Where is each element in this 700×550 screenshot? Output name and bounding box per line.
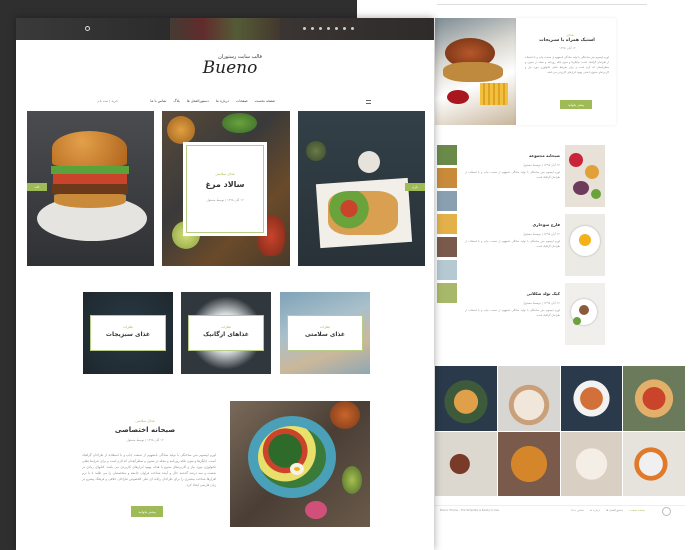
hero-center-card bbox=[186, 145, 264, 233]
category-label-3[interactable]: غذای سلامتی bbox=[287, 331, 363, 338]
main-nav: صفحه نخست صفحات درباره ما دستورالعمل ها … bbox=[127, 99, 275, 103]
footer-link[interactable]: صفحه نخست bbox=[629, 508, 645, 512]
post-meta-2: ۱۲ آبان ۱۳۹۸ | توسط مسئول bbox=[523, 232, 560, 236]
featured-title[interactable]: صبحانه اختصاصی bbox=[100, 426, 190, 434]
post-thumb-2 bbox=[565, 214, 605, 276]
nav-item-home[interactable]: صفحه نخست bbox=[255, 99, 275, 103]
footer-copyright: Bueno Theme - The Template is Ready to U… bbox=[440, 509, 499, 512]
post-meta-3: ۱۲ آبان ۱۳۹۸ | توسط مسئول bbox=[523, 301, 560, 305]
right-top-read-more-button[interactable]: بیشتر بخوانید bbox=[560, 100, 592, 109]
gallery-item[interactable] bbox=[623, 366, 685, 431]
social-icons bbox=[303, 27, 367, 31]
login-link[interactable]: خرید / ثبت نام bbox=[80, 99, 118, 103]
featured-image[interactable] bbox=[230, 401, 370, 527]
gallery-item[interactable] bbox=[623, 431, 685, 496]
footer-link[interactable]: درباره ما bbox=[590, 508, 600, 512]
menu-icon[interactable] bbox=[366, 100, 371, 104]
hero-left-tag[interactable]: خانه bbox=[27, 183, 47, 191]
post-paragraph-2: لورم ایپسوم متن ساختگی با تولید سادگی نا… bbox=[465, 240, 560, 248]
brand-logo[interactable]: Bueno bbox=[190, 58, 270, 78]
gallery-item[interactable] bbox=[560, 366, 623, 431]
google-plus-icon[interactable] bbox=[351, 27, 354, 30]
gallery-item[interactable] bbox=[497, 366, 560, 431]
hero-meta: ۱۲ آبان ۱۳۹۸ | توسط مسئول bbox=[206, 198, 244, 202]
featured-category[interactable]: غذای سلامتی bbox=[100, 419, 190, 423]
footer-links: صفحه نخست دستورالعمل ها درباره ما تماس ب… bbox=[535, 508, 645, 512]
category-tag-2: نظرات bbox=[220, 325, 232, 329]
category-tag-3: نظرات bbox=[319, 325, 331, 329]
steak-image bbox=[435, 18, 516, 125]
nav-item-recipes[interactable]: دستورالعمل ها bbox=[187, 99, 209, 103]
pinterest-icon[interactable] bbox=[303, 27, 306, 30]
hero-title[interactable]: سالاد مرغ bbox=[190, 180, 260, 189]
vimeo-icon[interactable] bbox=[327, 27, 330, 30]
footer-link[interactable]: دستورالعمل ها bbox=[606, 508, 623, 512]
facebook-icon[interactable] bbox=[311, 27, 314, 30]
gallery-grid bbox=[435, 366, 685, 496]
gallery-item[interactable] bbox=[435, 366, 497, 431]
top-bar-food-strip bbox=[170, 18, 280, 40]
right-top-title[interactable]: استیک همراه با سبزیجات bbox=[525, 38, 609, 43]
twitter-icon[interactable] bbox=[319, 27, 322, 30]
hero-category[interactable]: غذای سلامتی bbox=[190, 172, 260, 176]
post-paragraph-1: لورم ایپسوم متن ساختگی با تولید سادگی نا… bbox=[465, 171, 560, 179]
gallery-item[interactable] bbox=[560, 431, 623, 496]
nav-item-about[interactable]: درباره ما bbox=[216, 99, 229, 103]
post-title-3[interactable]: کیک تولد شکلاتی bbox=[490, 291, 560, 296]
footer-line bbox=[435, 505, 685, 506]
category-label-2[interactable]: غذاهای ارگانیک bbox=[188, 331, 264, 338]
thumb-strip bbox=[437, 145, 457, 315]
post-paragraph-3: لورم ایپسوم متن ساختگی با تولید سادگی نا… bbox=[465, 309, 560, 317]
post-thumb-1 bbox=[565, 145, 605, 207]
nav-item-pages[interactable]: صفحات bbox=[236, 99, 248, 103]
featured-read-more-button[interactable]: بیشتر بخوانید bbox=[131, 506, 163, 517]
youtube-icon[interactable] bbox=[335, 27, 338, 30]
post-meta-1: ۱۲ آبان ۱۳۹۸ | توسط مسئول bbox=[523, 163, 560, 167]
back-page-top-line bbox=[437, 4, 647, 5]
footer-link[interactable]: تماس با ما bbox=[571, 508, 583, 512]
nav-item-contact[interactable]: تماس با ما bbox=[150, 99, 166, 103]
right-top-paragraph: لورم ایپسوم متن ساختگی با تولید سادگی نا… bbox=[525, 56, 609, 74]
front-page bbox=[16, 18, 434, 550]
featured-paragraph: لورم ایپسوم متن ساختگی با تولید سادگی نا… bbox=[82, 453, 216, 487]
right-top-meta: ۱۲ آبان ۱۳۹۸ bbox=[559, 46, 576, 50]
right-top-category[interactable]: غذای bbox=[530, 33, 610, 37]
search-icon[interactable] bbox=[85, 26, 90, 31]
category-tag-1: نظرات bbox=[122, 325, 134, 329]
instagram-icon[interactable] bbox=[343, 27, 346, 30]
back-to-top-button[interactable] bbox=[662, 507, 671, 516]
gallery-item[interactable] bbox=[435, 431, 497, 496]
post-title-1[interactable]: صبحانه مجموعه bbox=[490, 153, 560, 158]
post-title-2[interactable]: فارچ سوخاری bbox=[490, 222, 561, 227]
featured-meta: ۱۲ آبان ۱۳۹۸ | توسط مسئول bbox=[126, 438, 164, 442]
hero-right-tag[interactable]: بازی bbox=[405, 183, 425, 191]
gallery-item[interactable] bbox=[497, 431, 560, 496]
post-thumb-3 bbox=[565, 283, 605, 345]
category-label-1[interactable]: غذای سبزیجات bbox=[90, 331, 166, 338]
nav-item-blog[interactable]: بلاگ bbox=[173, 99, 179, 103]
